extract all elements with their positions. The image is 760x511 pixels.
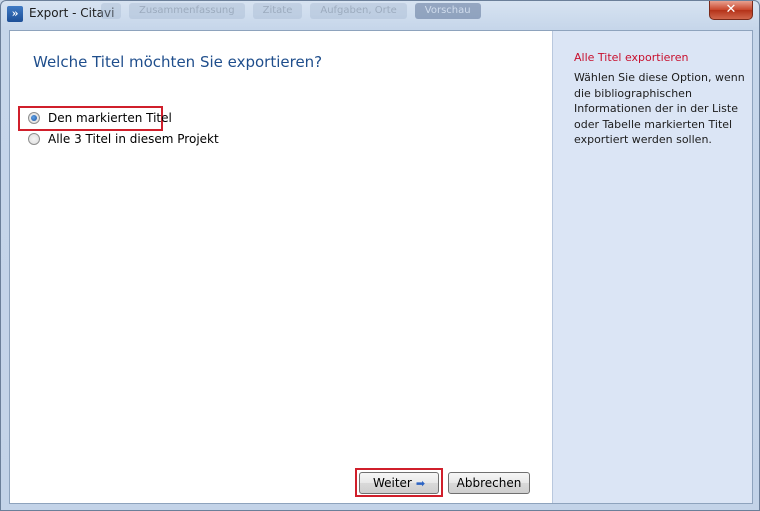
cancel-button[interactable]: Abbrechen	[448, 472, 530, 494]
help-side-pane: Alle Titel exportieren Wählen Sie diese …	[552, 31, 752, 503]
dialog-client-area: Welche Titel möchten Sie exportieren? De…	[9, 30, 753, 504]
radio-marked-title[interactable]	[28, 112, 40, 124]
cancel-button-label: Abbrechen	[456, 476, 522, 490]
next-button-label: Weiter	[372, 476, 412, 490]
main-pane: Welche Titel möchten Sie exportieren? De…	[10, 31, 552, 503]
background-tab: Aufgaben, Orte	[310, 3, 407, 19]
radio-all-titles[interactable]	[28, 133, 40, 145]
option-all-titles[interactable]: Alle 3 Titel in diesem Projekt	[28, 132, 219, 146]
citavi-app-icon: »	[7, 6, 23, 22]
title-bar[interactable]: » Export - Citavi Zusammenfassung Zitate…	[1, 1, 759, 25]
help-text: Wählen Sie diese Option, wenn die biblio…	[574, 71, 745, 146]
next-button[interactable]: Weiter ➡	[359, 472, 439, 494]
close-button[interactable]: ✕	[709, 1, 753, 20]
background-tab: Zitate	[252, 3, 303, 19]
page-title: Welche Titel möchten Sie exportieren?	[33, 53, 323, 71]
background-tab: Zusammenfassung	[129, 3, 245, 19]
background-window-tabs: Zusammenfassung Zitate Aufgaben, Orte Vo…	[101, 3, 481, 21]
background-tab	[101, 3, 121, 19]
background-tab: Vorschau	[414, 3, 481, 19]
close-icon: ✕	[725, 2, 737, 17]
export-dialog-window: » Export - Citavi Zusammenfassung Zitate…	[0, 0, 760, 511]
option-label: Alle 3 Titel in diesem Projekt	[48, 132, 219, 146]
help-title: Alle Titel exportieren	[574, 51, 689, 64]
option-marked-title[interactable]: Den markierten Titel	[28, 111, 172, 125]
option-label: Den markierten Titel	[48, 111, 172, 125]
arrow-right-icon: ➡	[415, 477, 426, 490]
